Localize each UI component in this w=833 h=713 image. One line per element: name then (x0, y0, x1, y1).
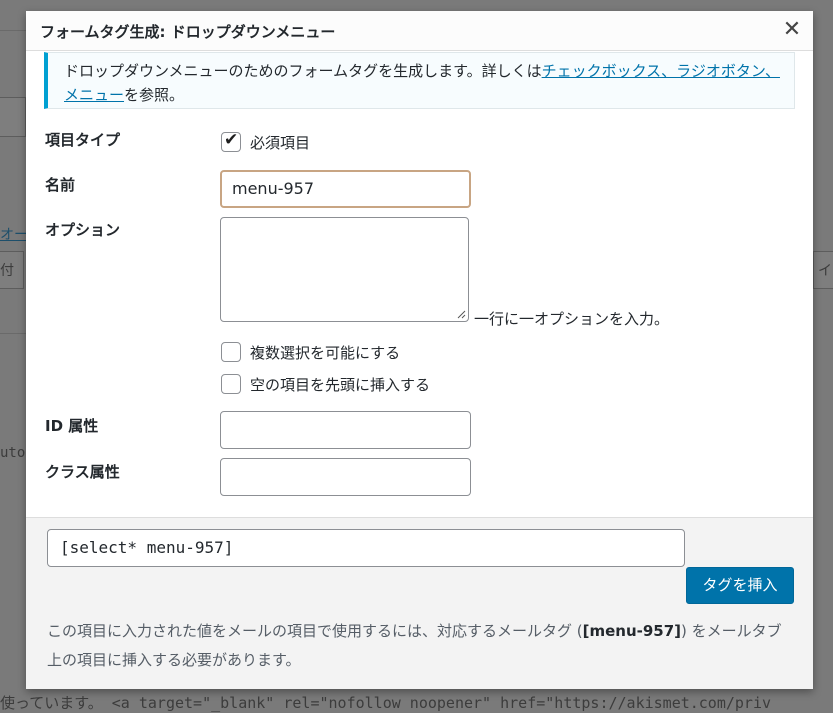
class-attribute-label: クラス属性 (45, 463, 120, 481)
mail-tag-note-text: この項目に入力された値をメールの項目で使用するには、対応するメールタグ ( (47, 622, 583, 640)
required-checkbox[interactable] (221, 130, 241, 152)
name-label: 名前 (45, 176, 76, 194)
background-code-line: 使っています。 <a target="_blank" rel="nofollow… (0, 694, 772, 712)
blank-first-label: 空の項目を先頭に挿入する (250, 376, 431, 394)
background-link-fragment: オー (0, 227, 28, 243)
class-attribute-field[interactable] (220, 458, 471, 496)
mail-tag: [menu-957] (582, 622, 682, 640)
info-notice: ドロップダウンメニューのためのフォームタグを生成します。詳しくはチェックボックス… (44, 52, 795, 109)
background-box (0, 97, 26, 137)
options-textarea[interactable] (220, 217, 469, 322)
name-field[interactable]: menu-957 (220, 170, 471, 208)
field-type-label: 項目タイプ (45, 131, 121, 149)
multiple-checkbox[interactable] (221, 342, 241, 362)
options-label: オプション (45, 221, 121, 239)
options-hint: 一行に一オプションを入力。 (474, 310, 670, 328)
background-text-fragment: イ (818, 263, 832, 279)
multiple-label: 複数選択を可能にする (250, 344, 401, 362)
id-attribute-field[interactable] (220, 411, 471, 449)
insert-tag-button[interactable]: タグを挿入 (686, 567, 794, 604)
blank-first-checkbox[interactable] (221, 374, 241, 394)
background-divider (0, 333, 26, 334)
notice-text: ドロップダウンメニューのためのフォームタグを生成します。詳しくは (64, 62, 542, 80)
background-text-fragment: uto (0, 445, 26, 461)
mail-tag-note: この項目に入力された値をメールの項目で使用するには、対応するメールタグ ([me… (47, 617, 795, 675)
generated-tag-field[interactable]: [select* menu-957] (47, 529, 685, 567)
resize-grip-icon[interactable] (456, 309, 466, 319)
dialog-footer: [select* menu-957] タグを挿入 この項目に入力された値をメール… (26, 517, 813, 689)
id-attribute-label: ID 属性 (45, 417, 99, 435)
required-label: 必須項目 (250, 134, 311, 152)
background-text-fragment: 付 (0, 263, 14, 279)
close-icon[interactable]: ✕ (779, 17, 805, 43)
form-tag-generator-dialog: フォームタグ生成: ドロップダウンメニュー ✕ ドロップダウンメニューのためのフ… (26, 11, 813, 689)
background-divider (0, 30, 26, 31)
dialog-title: フォームタグ生成: ドロップダウンメニュー (40, 23, 336, 41)
dialog-titlebar: フォームタグ生成: ドロップダウンメニュー ✕ (26, 11, 813, 51)
notice-text-end: を参照。 (124, 86, 185, 104)
